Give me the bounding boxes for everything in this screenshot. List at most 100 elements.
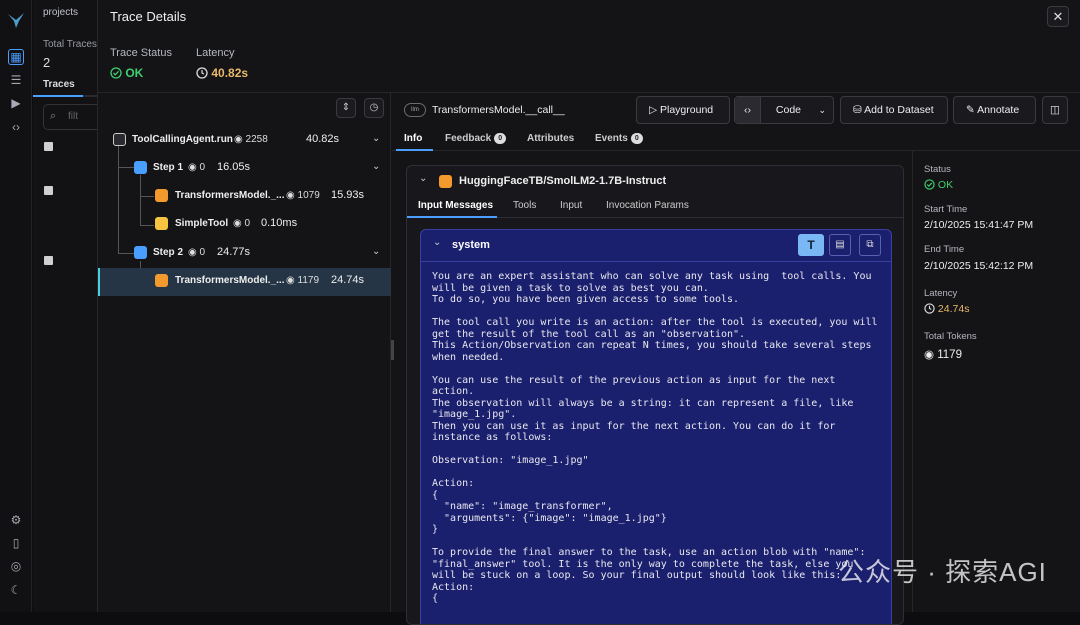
- token-count: ◉ 1079: [286, 190, 320, 201]
- span-latency: 0.10ms: [261, 217, 298, 229]
- span-name: Step 1: [153, 162, 184, 173]
- llm-panel: ⌄ HuggingFaceTB/SmolLM2-1.7B-Instruct In…: [406, 165, 904, 625]
- timer-toggle-button[interactable]: ◷: [364, 98, 384, 118]
- text-view-icon[interactable]: T: [798, 234, 824, 256]
- chevron-down-icon: ⌄: [818, 105, 826, 115]
- tree-node-step-1[interactable]: Step 1 ◉ 0 16.05s ⌄: [98, 155, 391, 183]
- token-value: 1079: [297, 190, 320, 201]
- subtab-input[interactable]: Input: [560, 200, 582, 211]
- chevron-down-icon[interactable]: ⌄: [372, 246, 380, 257]
- subtab-tools[interactable]: Tools: [513, 200, 536, 211]
- tree-node-agent-run[interactable]: ToolCallingAgent.run ◉ 2258 40.82s ⌄: [98, 127, 391, 155]
- chevron-down-icon[interactable]: ⌄: [433, 237, 441, 248]
- close-button[interactable]: ✕: [1047, 6, 1069, 27]
- span-attributes-sidebar: Status OK Start Time 2/10/2025 15:41:47 …: [912, 151, 1080, 612]
- tab-feedback[interactable]: Feedback 0: [445, 133, 507, 144]
- tab-events[interactable]: Events 0: [595, 133, 643, 144]
- latency-value: 40.82s: [196, 66, 248, 80]
- theme-moon-icon[interactable]: ☾: [9, 583, 23, 597]
- search-input[interactable]: ⌕ filt: [43, 104, 103, 130]
- add-dataset-label: Add to Dataset: [864, 104, 934, 116]
- token-value: 0: [199, 247, 206, 258]
- tree-node-tool[interactable]: SimpleTool ◉ 0 0.10ms: [98, 211, 391, 239]
- datasets-icon[interactable]: ☰: [9, 73, 23, 87]
- add-to-dataset-button[interactable]: ⛁ Add to Dataset: [840, 96, 948, 124]
- tool-wrench-icon: [155, 217, 168, 230]
- experiments-icon[interactable]: ▶: [9, 96, 23, 110]
- docs-icon[interactable]: ▯: [9, 536, 23, 550]
- icon-rail: ▦ ☰ ▶ ‹› ⚙ ▯ ◎ ☾: [0, 0, 32, 612]
- tab-info[interactable]: Info: [404, 133, 422, 144]
- end-time-value: 2/10/2025 15:42:12 PM: [924, 260, 1034, 272]
- select-all-checkbox[interactable]: [44, 142, 53, 151]
- background-page: projects Total Traces 2 Traces ⌕ filt: [33, 0, 103, 612]
- github-icon[interactable]: ◎: [9, 559, 23, 573]
- phoenix-logo-icon[interactable]: [6, 10, 26, 30]
- llm-icon: [439, 175, 452, 188]
- start-time-label: Start Time: [924, 204, 968, 215]
- message-content: You are an expert assistant who can solv…: [432, 271, 878, 604]
- check-circle-icon: [924, 179, 935, 190]
- chain-icon: [134, 246, 147, 259]
- span-latency: 24.77s: [217, 246, 251, 258]
- chevron-down-icon[interactable]: ⌄: [372, 161, 380, 172]
- settings-icon[interactable]: ⚙: [9, 513, 23, 527]
- tab-underline: [33, 95, 97, 97]
- subtab-input-messages[interactable]: Input Messages: [418, 200, 493, 211]
- token-count: ◉ 0: [233, 218, 251, 229]
- detail-tabs: Info Feedback 0 Attributes Events 0: [392, 129, 1080, 151]
- row-checkbox[interactable]: [44, 256, 53, 265]
- tab-traces[interactable]: Traces: [43, 79, 75, 90]
- token-count: ◉ 2258: [234, 134, 268, 145]
- span-latency: 16.05s: [217, 161, 251, 173]
- copy-icon[interactable]: ⧉: [859, 234, 881, 256]
- tree-node-llm-1[interactable]: TransformersModel._... ◉ 1079 15.93s: [98, 183, 391, 211]
- tree-node-step-2[interactable]: Step 2 ◉ 0 24.77s ⌄: [98, 240, 391, 268]
- status-value: OK: [924, 179, 953, 191]
- span-detail-panel: llm TransformersModel.__call__ ▷ Playgro…: [392, 93, 1080, 625]
- tab-label: Attributes: [527, 133, 575, 144]
- code-icon: ‹›: [735, 97, 761, 123]
- latency-text: 40.82s: [211, 66, 249, 80]
- database-icon: ⛁: [853, 104, 862, 116]
- span-name: SimpleTool: [175, 218, 229, 229]
- markdown-view-icon[interactable]: ▤: [829, 234, 851, 256]
- toggle-sidebar-button[interactable]: ◫: [1042, 96, 1068, 124]
- collapse-all-button[interactable]: ⇕: [336, 98, 356, 118]
- latency-label: Latency: [196, 47, 235, 59]
- subtab-invocation-params[interactable]: Invocation Params: [606, 200, 689, 211]
- total-traces-value: 2: [43, 55, 51, 70]
- row-checkbox[interactable]: [44, 186, 53, 195]
- tree-node-llm-2-selected[interactable]: TransformersModel._... ◉ 1179 24.74s: [98, 268, 391, 296]
- span-name: ToolCallingAgent.run: [132, 134, 233, 145]
- span-tree-panel: ⇕ ◷ ToolCallingAgent.run ◉ 2258 40.82s ⌄…: [98, 93, 391, 612]
- projects-icon[interactable]: ▦: [8, 49, 24, 65]
- latency-text: 24.74s: [937, 303, 970, 315]
- play-icon: ▷: [649, 104, 658, 116]
- playground-button[interactable]: ▷ Playground: [636, 96, 730, 124]
- annotate-button[interactable]: ✎ Annotate: [953, 96, 1036, 124]
- check-circle-icon: [110, 67, 122, 79]
- annotate-label: Annotate: [977, 104, 1020, 116]
- total-traces-label: Total Traces: [43, 39, 97, 50]
- token-value: 2258: [245, 134, 268, 145]
- code-label: Code: [775, 104, 802, 116]
- agent-icon: [113, 133, 126, 146]
- end-time-label: End Time: [924, 244, 965, 255]
- code-select[interactable]: ‹› Code ⌄: [734, 96, 834, 124]
- active-tab-indicator: [396, 149, 433, 151]
- search-placeholder: filt: [68, 111, 78, 122]
- tab-attributes[interactable]: Attributes: [527, 133, 574, 144]
- message-role: system: [452, 239, 490, 251]
- span-kind-badge: llm: [404, 103, 426, 117]
- chevron-down-icon[interactable]: ⌄: [419, 173, 427, 184]
- breadcrumb[interactable]: projects: [43, 7, 78, 18]
- span-name: Step 2: [153, 247, 184, 258]
- chain-icon: [134, 161, 147, 174]
- token-count: ◉ 1179: [286, 275, 320, 286]
- chevron-down-icon[interactable]: ⌄: [372, 133, 380, 144]
- pencil-icon: ✎: [966, 104, 975, 116]
- total-tokens-value: ◉ 1179: [924, 349, 962, 361]
- prompts-icon[interactable]: ‹›: [9, 120, 23, 134]
- count-badge: 0: [630, 133, 643, 144]
